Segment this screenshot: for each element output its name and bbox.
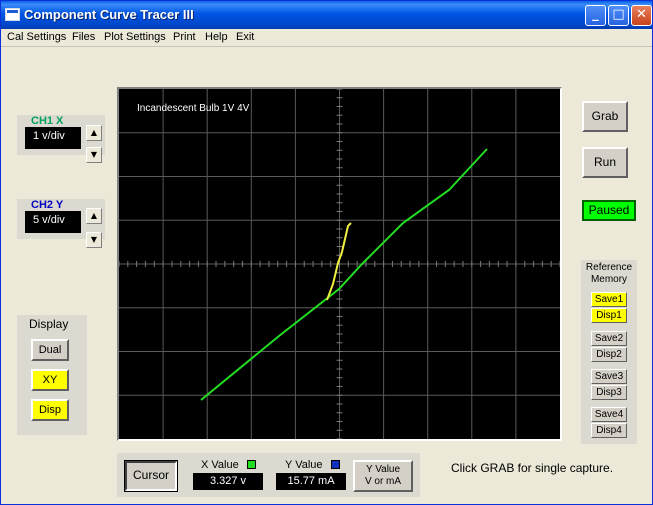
- maximize-button[interactable]: □: [608, 5, 629, 26]
- title-bar[interactable]: Component Curve Tracer III _ □ ✕: [1, 1, 652, 29]
- ch2-scale-value: 5 v/div: [25, 211, 81, 233]
- y-unit-button[interactable]: Y Value V or mA: [353, 460, 413, 492]
- save3-button[interactable]: Save3: [591, 369, 627, 384]
- display-title: Display: [29, 317, 69, 331]
- reference-memory-title: Reference Memory: [581, 262, 637, 286]
- status-badge: Paused: [582, 200, 636, 221]
- x-color-swatch: [247, 460, 256, 469]
- y-value-label: Y Value: [285, 459, 323, 471]
- disp-button[interactable]: Disp: [31, 399, 69, 421]
- menu-plot-settings[interactable]: Plot Settings: [104, 31, 166, 43]
- y-unit-line1: Y Value: [365, 464, 401, 475]
- menu-files[interactable]: Files: [72, 31, 95, 43]
- dual-button[interactable]: Dual: [31, 339, 69, 361]
- menu-help[interactable]: Help: [205, 31, 228, 43]
- run-button[interactable]: Run: [582, 147, 628, 178]
- scope-plot: [119, 89, 560, 439]
- menu-cal-settings[interactable]: Cal Settings: [7, 31, 66, 43]
- app-window: Component Curve Tracer III _ □ ✕ Cal Set…: [0, 0, 653, 505]
- y-unit-line2: V or mA: [364, 476, 402, 487]
- xy-button[interactable]: XY: [31, 369, 69, 391]
- x-value-readout: 3.327 v: [193, 473, 263, 490]
- app-icon: [5, 8, 20, 21]
- reference-title-line2: Memory: [590, 274, 628, 285]
- scope-display: Incandescent Bulb 1V 4V: [117, 87, 562, 441]
- display-panel: Display Dual XY Disp: [17, 315, 87, 435]
- ch1-up-arrow-icon[interactable]: ▲: [86, 125, 102, 141]
- x-value-label: X Value: [201, 459, 239, 471]
- reference-memory-panel: Reference Memory Save1 Disp1 Save2 Disp2…: [581, 260, 637, 444]
- ch1-down-arrow-icon[interactable]: ▼: [86, 147, 102, 163]
- save1-button[interactable]: Save1: [591, 292, 627, 307]
- disp3-button[interactable]: Disp3: [591, 385, 627, 400]
- reference-title-line1: Reference: [585, 262, 633, 273]
- save4-button[interactable]: Save4: [591, 407, 627, 422]
- y-color-swatch: [331, 460, 340, 469]
- cursor-button[interactable]: Cursor: [124, 460, 178, 492]
- ch2-up-arrow-icon[interactable]: ▲: [86, 208, 102, 224]
- disp2-button[interactable]: Disp2: [591, 347, 627, 362]
- window-title: Component Curve Tracer III: [24, 7, 194, 22]
- save2-button[interactable]: Save2: [591, 331, 627, 346]
- grab-button[interactable]: Grab: [582, 101, 628, 132]
- y-value-readout: 15.77 mA: [276, 473, 346, 490]
- disp4-button[interactable]: Disp4: [591, 423, 627, 438]
- cursor-panel: Cursor X Value 3.327 v Y Value 15.77 mA …: [117, 453, 420, 497]
- menu-exit[interactable]: Exit: [236, 31, 254, 43]
- ch2-down-arrow-icon[interactable]: ▼: [86, 232, 102, 248]
- menu-bar: Cal Settings Files Plot Settings Print H…: [1, 29, 652, 47]
- scope-label: Incandescent Bulb 1V 4V: [137, 103, 250, 114]
- close-button[interactable]: ✕: [631, 5, 652, 26]
- menu-print[interactable]: Print: [173, 31, 196, 43]
- ch2-title: CH2 Y: [31, 199, 64, 211]
- ch1-scale-value: 1 v/div: [25, 127, 81, 149]
- disp1-button[interactable]: Disp1: [591, 308, 627, 323]
- trace-green: [200, 148, 488, 401]
- minimize-button[interactable]: _: [585, 5, 606, 26]
- ch1-title: CH1 X: [31, 115, 64, 127]
- hint-text: Click GRAB for single capture.: [451, 461, 614, 475]
